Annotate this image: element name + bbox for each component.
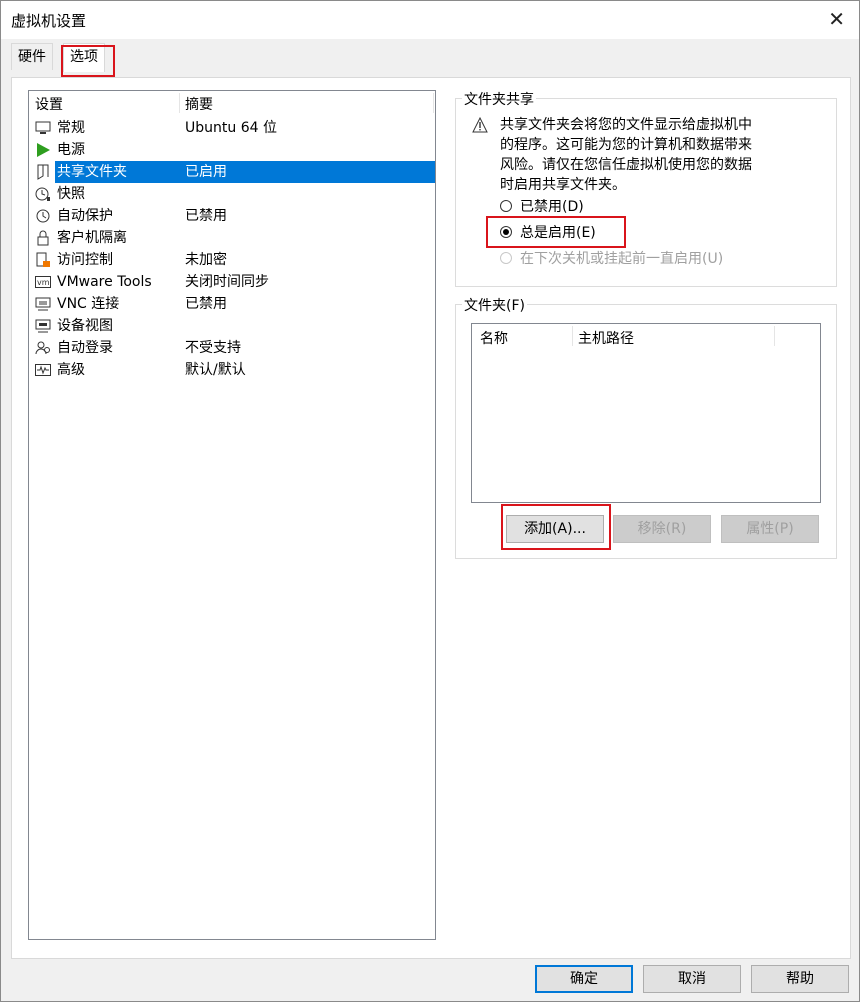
settings-row-vnc[interactable]: VNC 连接 已禁用 xyxy=(29,293,435,315)
tab-strip: 硬件 选项 xyxy=(1,43,859,77)
lock-icon xyxy=(37,230,49,246)
folder-sharing-title: 文件夹共享 xyxy=(462,89,536,109)
radio-label: 在下次关机或挂起前一直启用(U) xyxy=(520,251,724,267)
settings-row-snapshots[interactable]: 快照 xyxy=(29,183,435,205)
close-icon[interactable]: ✕ xyxy=(828,7,845,31)
clock-icon xyxy=(36,209,50,223)
radio-circle[interactable] xyxy=(500,252,512,264)
warning-line: 时启用共享文件夹。 xyxy=(500,177,626,193)
setting-name: VMware Tools xyxy=(57,274,152,290)
users-icon xyxy=(35,341,50,355)
header-name[interactable]: 名称 xyxy=(480,328,508,348)
title-bar: 虚拟机设置 ✕ xyxy=(1,1,859,39)
setting-summary: 未加密 xyxy=(185,252,227,268)
radio-circle[interactable] xyxy=(500,200,512,212)
settings-list-header: 设置 摘要 xyxy=(29,91,435,115)
setting-name: 自动登录 xyxy=(57,340,113,356)
header-settings[interactable]: 设置 xyxy=(35,94,63,114)
svg-text:vm: vm xyxy=(37,278,50,287)
column-divider xyxy=(433,93,434,113)
setting-name: 访问控制 xyxy=(57,252,113,268)
help-button[interactable]: 帮助 xyxy=(751,965,849,993)
vm-icon: vm xyxy=(35,276,51,288)
setting-name: 共享文件夹 xyxy=(57,164,127,180)
warning-text: 共享文件夹会将您的文件显示给虚拟机中 的程序。这可能为您的计算机和数据带来 风险… xyxy=(500,115,752,195)
properties-button[interactable]: 属性(P) xyxy=(721,515,819,543)
setting-name: 高级 xyxy=(57,362,85,378)
radio-label: 已禁用(D) xyxy=(520,199,584,215)
tab-hardware[interactable]: 硬件 xyxy=(11,43,53,70)
column-divider xyxy=(179,93,180,113)
remove-button[interactable]: 移除(R) xyxy=(613,515,711,543)
setting-name: 常规 xyxy=(57,120,85,136)
setting-name: 电源 xyxy=(57,142,85,158)
column-divider xyxy=(774,326,775,346)
warning-line: 共享文件夹会将您的文件显示给虚拟机中 xyxy=(500,117,752,133)
window-title: 虚拟机设置 xyxy=(11,12,87,30)
folders-table[interactable]: 名称 主机路径 xyxy=(471,323,821,503)
setting-summary: Ubuntu 64 位 xyxy=(185,120,277,136)
ok-button[interactable]: 确定 xyxy=(535,965,633,993)
snapshot-icon xyxy=(35,187,50,201)
vm-settings-dialog: 虚拟机设置 ✕ 硬件 选项 设置 摘要 常规 Ubuntu 64 位 电源 共享… xyxy=(0,0,860,1002)
settings-row-vmware-tools[interactable]: vm VMware Tools 关闭时间同步 xyxy=(29,271,435,293)
device-view-icon xyxy=(35,319,51,333)
cancel-button[interactable]: 取消 xyxy=(643,965,741,993)
options-tab-highlight xyxy=(61,45,115,77)
warning-line: 的程序。这可能为您的计算机和数据带来 xyxy=(500,137,752,153)
header-summary[interactable]: 摘要 xyxy=(185,94,213,114)
wave-icon xyxy=(35,364,51,376)
setting-name: 自动保护 xyxy=(57,208,113,224)
setting-name: VNC 连接 xyxy=(57,296,120,312)
vnc-icon xyxy=(35,297,51,311)
folder-sharing-group: 文件夹共享 共享文件夹会将您的文件显示给虚拟机中 的程序。这可能为您的计算机和数… xyxy=(455,89,837,287)
setting-summary: 关闭时间同步 xyxy=(185,274,269,290)
setting-name: 客户机隔离 xyxy=(57,230,127,246)
monitor-icon xyxy=(35,121,51,134)
setting-summary: 默认/默认 xyxy=(185,362,246,378)
setting-name: 设备视图 xyxy=(57,318,113,334)
options-panel: 设置 摘要 常规 Ubuntu 64 位 电源 共享文件夹 已启用 快照 自动保… xyxy=(11,77,851,959)
setting-summary: 已启用 xyxy=(185,164,227,180)
shared-folder-icon xyxy=(37,164,49,180)
setting-summary: 不受支持 xyxy=(185,340,241,356)
always-enabled-highlight xyxy=(486,216,626,248)
play-icon xyxy=(37,143,50,157)
settings-row-shared-folders[interactable]: 共享文件夹 已启用 xyxy=(29,161,435,183)
settings-row-general[interactable]: 常规 Ubuntu 64 位 xyxy=(29,117,435,139)
settings-row-autologon[interactable]: 自动登录 不受支持 xyxy=(29,337,435,359)
access-icon xyxy=(36,252,50,267)
settings-row-access-control[interactable]: 访问控制 未加密 xyxy=(29,249,435,271)
settings-row-power[interactable]: 电源 xyxy=(29,139,435,161)
folders-title: 文件夹(F) xyxy=(462,295,527,315)
setting-summary: 已禁用 xyxy=(185,208,227,224)
column-divider xyxy=(572,326,573,346)
settings-row-guest-isolation[interactable]: 客户机隔离 xyxy=(29,227,435,249)
setting-summary: 已禁用 xyxy=(185,296,227,312)
setting-name: 快照 xyxy=(57,186,85,202)
settings-row-autoprotect[interactable]: 自动保护 已禁用 xyxy=(29,205,435,227)
add-button-highlight xyxy=(501,504,611,550)
warning-line: 风险。请仅在您信任虚拟机使用您的数据 xyxy=(500,157,752,173)
settings-row-device-view[interactable]: 设备视图 xyxy=(29,315,435,337)
settings-row-advanced[interactable]: 高级 默认/默认 xyxy=(29,359,435,381)
warning-icon xyxy=(472,117,488,133)
settings-list[interactable]: 设置 摘要 常规 Ubuntu 64 位 电源 共享文件夹 已启用 快照 自动保… xyxy=(28,90,436,940)
header-host-path[interactable]: 主机路径 xyxy=(578,328,634,348)
